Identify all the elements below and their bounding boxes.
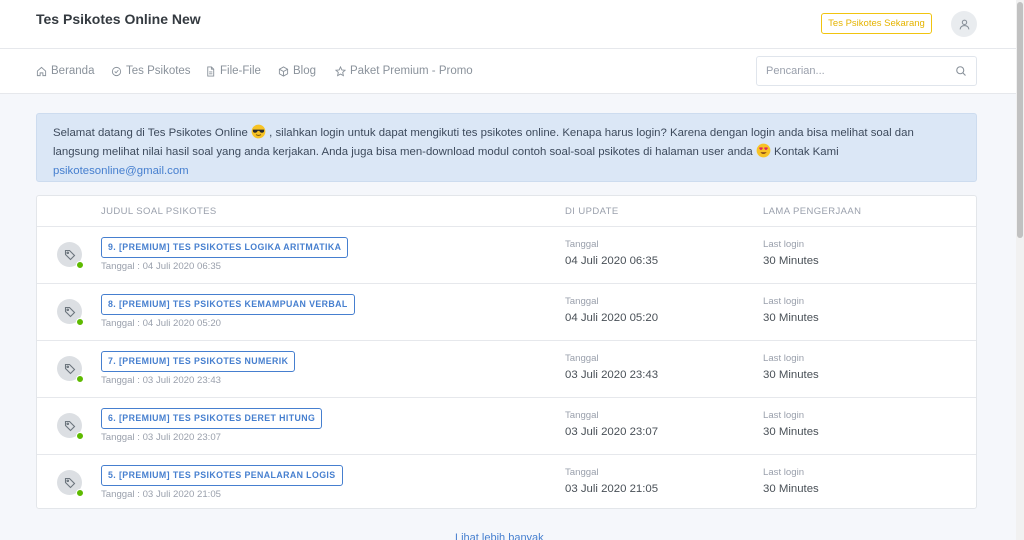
nav-label: Beranda: [51, 65, 95, 77]
table-row: 9. [PREMIUM] Tes Psikotes Logika Aritmat…: [37, 227, 976, 284]
box-icon: [278, 65, 289, 77]
nav-label: Paket Premium - Promo: [350, 65, 473, 77]
nav-item-paket-premium[interactable]: Paket Premium - Promo: [335, 65, 473, 77]
star-icon: [335, 65, 346, 77]
column-header-updated: Di Update: [565, 206, 619, 217]
site-brand[interactable]: Tes Psikotes Online New: [36, 11, 201, 27]
search-box: [756, 56, 977, 86]
test-title-link[interactable]: 9. [PREMIUM] Tes Psikotes Logika Aritmat…: [101, 237, 349, 258]
test-title-link[interactable]: 7. [PREMIUM] Tes Psikotes Numerik: [101, 351, 296, 372]
test-title-link[interactable]: 8. [PREMIUM] Tes Psikotes Kemampuan Verb…: [101, 294, 355, 315]
column-header-title: Judul Soal Psikotes: [101, 206, 217, 217]
table-row: 7. [PREMIUM] Tes Psikotes Numerik Tangga…: [37, 341, 976, 398]
duration-label: Last login: [763, 410, 805, 421]
table-row: 8. [PREMIUM] Tes Psikotes Kemampuan Verb…: [37, 284, 976, 341]
test-list-card: Judul Soal Psikotes Di Update Lama Penge…: [36, 195, 977, 509]
start-test-button[interactable]: Tes Psikotes Sekarang: [821, 13, 932, 34]
nav-item-beranda[interactable]: Beranda: [36, 65, 94, 77]
nav-item-tes-psikotes[interactable]: Tes Psikotes: [111, 65, 191, 77]
update-label: Tanggal: [565, 239, 599, 250]
duration-label: Last login: [763, 467, 805, 478]
tag-icon: [64, 249, 75, 260]
table-row: 5. [PREMIUM] Tes Psikotes Penalaran Logi…: [37, 455, 976, 508]
online-status-dot: [76, 375, 84, 383]
nav-label: Tes Psikotes: [126, 65, 191, 77]
test-date: Tanggal : 03 Juli 2020 23:07: [101, 432, 222, 443]
online-status-dot: [76, 318, 84, 326]
update-label: Tanggal: [565, 410, 599, 421]
update-value: 04 Juli 2020 06:35: [565, 255, 659, 267]
tag-icon: [64, 477, 75, 488]
update-label: Tanggal: [565, 296, 599, 307]
duration-label: Last login: [763, 353, 805, 364]
duration-label: Last login: [763, 239, 805, 250]
duration-label: Last login: [763, 296, 805, 307]
avatar[interactable]: [951, 11, 977, 37]
table-row: 6. [PREMIUM] Tes Psikotes Deret Hitung T…: [37, 398, 976, 455]
top-bar: Tes Psikotes Online New Tes Psikotes Sek…: [0, 0, 1016, 49]
test-date: Tanggal : 03 Juli 2020 23:43: [101, 375, 222, 386]
check-circle-icon: [111, 66, 122, 76]
update-label: Tanggal: [565, 467, 599, 478]
tag-icon: [64, 306, 75, 317]
search-input[interactable]: [757, 57, 947, 85]
see-more-link[interactable]: Lihat lebih banyak: [455, 532, 544, 540]
page-scrollbar[interactable]: [1016, 0, 1024, 540]
test-title-link[interactable]: 6. [PREMIUM] Tes Psikotes Deret Hitung: [101, 408, 323, 429]
nav-label: File-File: [220, 65, 261, 77]
test-date: Tanggal : 03 Juli 2020 21:05: [101, 489, 222, 500]
test-date: Tanggal : 04 Juli 2020 06:35: [101, 261, 222, 272]
welcome-alert: Selamat datang di Tes Psikotes Online , …: [36, 113, 977, 182]
update-value: 04 Juli 2020 05:20: [565, 312, 659, 324]
duration-value: 30 Minutes: [763, 369, 819, 381]
update-value: 03 Juli 2020 23:43: [565, 369, 659, 381]
row-avatar: [57, 356, 84, 383]
row-avatar: [57, 299, 84, 326]
nav-item-blog[interactable]: Blog: [278, 65, 316, 77]
tag-icon: [64, 363, 75, 374]
update-label: Tanggal: [565, 353, 599, 364]
contact-email-link[interactable]: psikotesonline@gmail.com: [53, 165, 189, 177]
online-status-dot: [76, 432, 84, 440]
duration-value: 30 Minutes: [763, 483, 819, 495]
online-status-dot: [76, 489, 84, 497]
heart-eyes-emoji-icon: [756, 143, 771, 158]
scrollbar-thumb[interactable]: [1017, 2, 1023, 238]
update-value: 03 Juli 2020 23:07: [565, 426, 659, 438]
tag-icon: [64, 420, 75, 431]
sunglasses-emoji-icon: [251, 124, 266, 139]
table-header: Judul Soal Psikotes Di Update Lama Penge…: [37, 196, 976, 227]
nav-label: Blog: [293, 65, 317, 77]
duration-value: 30 Minutes: [763, 426, 819, 438]
search-icon[interactable]: [955, 65, 967, 77]
main-nav: Beranda Tes Psikotes File-File Blog Pake…: [0, 49, 1016, 94]
update-value: 03 Juli 2020 21:05: [565, 483, 659, 495]
column-header-duration: Lama Pengerjaan: [763, 206, 862, 217]
row-avatar: [57, 242, 84, 269]
test-title-link[interactable]: 5. [PREMIUM] Tes Psikotes Penalaran Logi…: [101, 465, 343, 486]
test-date: Tanggal : 04 Juli 2020 05:20: [101, 318, 222, 329]
nav-item-file-file[interactable]: File-File: [205, 65, 261, 77]
alert-text-contact: Kontak Kami: [774, 146, 839, 158]
user-icon: [959, 19, 969, 29]
home-icon: [36, 66, 47, 76]
row-avatar: [57, 470, 84, 497]
alert-text-intro: Selamat datang di Tes Psikotes Online: [53, 127, 248, 139]
file-icon: [207, 65, 215, 77]
duration-value: 30 Minutes: [763, 312, 819, 324]
row-avatar: [57, 413, 84, 440]
duration-value: 30 Minutes: [763, 255, 819, 267]
online-status-dot: [76, 261, 84, 269]
